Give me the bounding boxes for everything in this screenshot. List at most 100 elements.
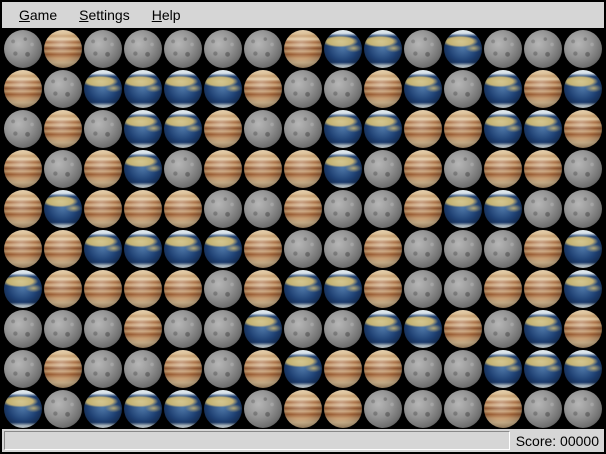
ball-earth[interactable] xyxy=(124,230,162,268)
ball-jupiter[interactable] xyxy=(84,270,122,308)
ball-moon[interactable] xyxy=(204,190,242,228)
ball-earth[interactable] xyxy=(324,150,362,188)
ball-earth[interactable] xyxy=(164,110,202,148)
ball-moon[interactable] xyxy=(404,350,442,388)
ball-moon[interactable] xyxy=(564,390,602,428)
ball-earth[interactable] xyxy=(284,270,322,308)
ball-jupiter[interactable] xyxy=(484,390,522,428)
ball-moon[interactable] xyxy=(484,230,522,268)
ball-moon[interactable] xyxy=(204,270,242,308)
ball-jupiter[interactable] xyxy=(244,70,282,108)
ball-earth[interactable] xyxy=(324,270,362,308)
ball-moon[interactable] xyxy=(44,150,82,188)
ball-earth[interactable] xyxy=(364,30,402,68)
ball-moon[interactable] xyxy=(284,230,322,268)
ball-moon[interactable] xyxy=(204,30,242,68)
ball-moon[interactable] xyxy=(44,390,82,428)
ball-moon[interactable] xyxy=(284,110,322,148)
ball-jupiter[interactable] xyxy=(524,270,562,308)
ball-moon[interactable] xyxy=(484,310,522,348)
ball-earth[interactable] xyxy=(164,70,202,108)
ball-jupiter[interactable] xyxy=(244,150,282,188)
ball-jupiter[interactable] xyxy=(244,350,282,388)
ball-moon[interactable] xyxy=(164,30,202,68)
ball-moon[interactable] xyxy=(244,110,282,148)
ball-jupiter[interactable] xyxy=(4,230,42,268)
ball-earth[interactable] xyxy=(564,270,602,308)
ball-moon[interactable] xyxy=(444,270,482,308)
ball-jupiter[interactable] xyxy=(44,270,82,308)
ball-jupiter[interactable] xyxy=(164,190,202,228)
ball-moon[interactable] xyxy=(84,30,122,68)
ball-jupiter[interactable] xyxy=(564,310,602,348)
ball-earth[interactable] xyxy=(204,390,242,428)
ball-jupiter[interactable] xyxy=(364,350,402,388)
ball-jupiter[interactable] xyxy=(4,190,42,228)
ball-moon[interactable] xyxy=(404,230,442,268)
ball-moon[interactable] xyxy=(404,270,442,308)
ball-moon[interactable] xyxy=(404,30,442,68)
ball-earth[interactable] xyxy=(84,230,122,268)
ball-moon[interactable] xyxy=(164,150,202,188)
ball-earth[interactable] xyxy=(204,70,242,108)
ball-jupiter[interactable] xyxy=(364,70,402,108)
ball-earth[interactable] xyxy=(124,150,162,188)
ball-jupiter[interactable] xyxy=(4,70,42,108)
ball-moon[interactable] xyxy=(404,390,442,428)
ball-earth[interactable] xyxy=(404,70,442,108)
ball-moon[interactable] xyxy=(524,30,562,68)
ball-moon[interactable] xyxy=(524,390,562,428)
ball-earth[interactable] xyxy=(324,110,362,148)
ball-jupiter[interactable] xyxy=(284,390,322,428)
ball-jupiter[interactable] xyxy=(324,390,362,428)
ball-moon[interactable] xyxy=(364,150,402,188)
ball-moon[interactable] xyxy=(324,70,362,108)
ball-moon[interactable] xyxy=(244,190,282,228)
ball-moon[interactable] xyxy=(444,230,482,268)
ball-jupiter[interactable] xyxy=(204,110,242,148)
ball-jupiter[interactable] xyxy=(44,30,82,68)
ball-earth[interactable] xyxy=(364,310,402,348)
ball-moon[interactable] xyxy=(84,310,122,348)
ball-earth[interactable] xyxy=(444,190,482,228)
ball-jupiter[interactable] xyxy=(164,270,202,308)
ball-moon[interactable] xyxy=(444,150,482,188)
ball-moon[interactable] xyxy=(44,310,82,348)
ball-earth[interactable] xyxy=(524,310,562,348)
ball-jupiter[interactable] xyxy=(84,150,122,188)
ball-earth[interactable] xyxy=(124,390,162,428)
ball-jupiter[interactable] xyxy=(44,230,82,268)
ball-moon[interactable] xyxy=(124,350,162,388)
ball-earth[interactable] xyxy=(404,310,442,348)
ball-earth[interactable] xyxy=(444,30,482,68)
ball-jupiter[interactable] xyxy=(204,150,242,188)
ball-earth[interactable] xyxy=(84,390,122,428)
ball-earth[interactable] xyxy=(324,30,362,68)
ball-moon[interactable] xyxy=(364,190,402,228)
ball-jupiter[interactable] xyxy=(124,310,162,348)
ball-earth[interactable] xyxy=(124,70,162,108)
ball-moon[interactable] xyxy=(564,190,602,228)
ball-moon[interactable] xyxy=(564,150,602,188)
ball-moon[interactable] xyxy=(204,310,242,348)
ball-moon[interactable] xyxy=(84,350,122,388)
ball-earth[interactable] xyxy=(564,70,602,108)
ball-jupiter[interactable] xyxy=(404,190,442,228)
ball-earth[interactable] xyxy=(484,70,522,108)
ball-jupiter[interactable] xyxy=(524,70,562,108)
ball-earth[interactable] xyxy=(164,230,202,268)
ball-jupiter[interactable] xyxy=(524,230,562,268)
ball-jupiter[interactable] xyxy=(484,150,522,188)
ball-jupiter[interactable] xyxy=(524,150,562,188)
ball-earth[interactable] xyxy=(124,110,162,148)
menu-item-settings[interactable]: Settings xyxy=(68,3,141,27)
ball-jupiter[interactable] xyxy=(364,230,402,268)
ball-earth[interactable] xyxy=(524,110,562,148)
ball-moon[interactable] xyxy=(124,30,162,68)
ball-jupiter[interactable] xyxy=(324,350,362,388)
ball-jupiter[interactable] xyxy=(84,190,122,228)
ball-jupiter[interactable] xyxy=(284,190,322,228)
ball-moon[interactable] xyxy=(364,390,402,428)
ball-jupiter[interactable] xyxy=(164,350,202,388)
ball-jupiter[interactable] xyxy=(124,270,162,308)
